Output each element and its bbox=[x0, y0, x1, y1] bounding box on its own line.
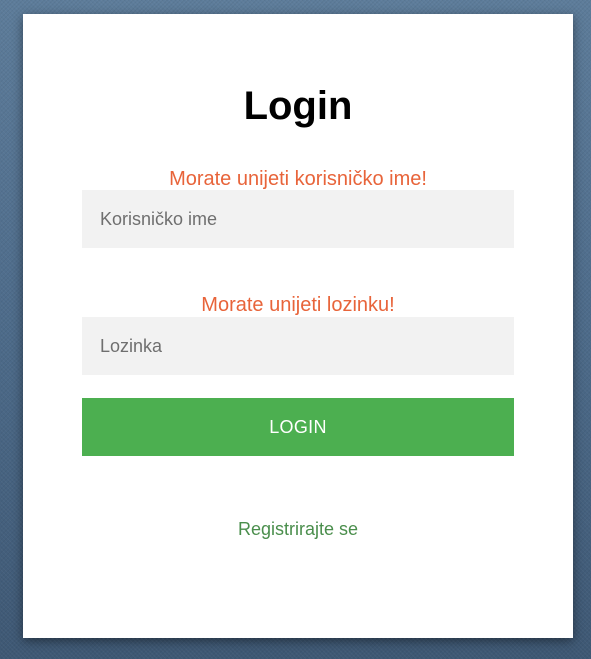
password-error-message: Morate unijeti lozinku! bbox=[201, 294, 395, 316]
login-card: Login Morate unijeti korisničko ime! Mor… bbox=[23, 14, 573, 638]
register-link[interactable]: Registrirajte se bbox=[23, 519, 573, 540]
password-input[interactable] bbox=[82, 317, 514, 375]
username-input[interactable] bbox=[82, 190, 514, 248]
login-button[interactable]: LOGIN bbox=[82, 398, 514, 456]
page-title: Login bbox=[243, 84, 353, 128]
username-error-message: Morate unijeti korisničko ime! bbox=[169, 168, 427, 190]
